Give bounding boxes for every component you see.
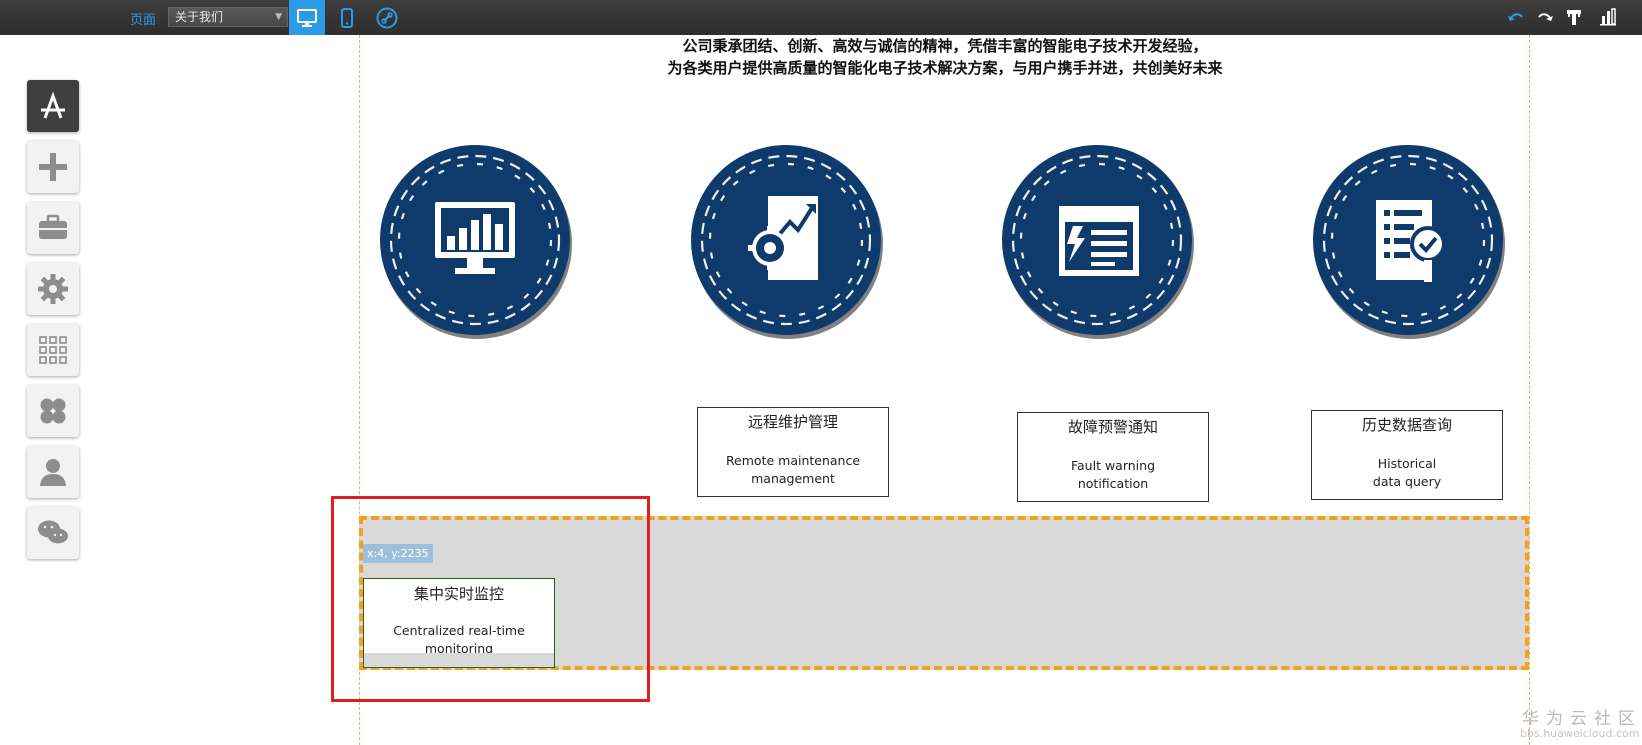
watermark-en: bbs.huaweicloud.com — [1520, 727, 1640, 740]
feature-card-historical-data[interactable]: 历史数据查询 Historical data query — [1311, 410, 1503, 500]
sidebar-grid-button[interactable] — [27, 324, 79, 376]
card-subtitle-line-1: Fault warning — [1070, 458, 1156, 473]
bar-chart-icon — [1600, 8, 1616, 26]
ruler-button[interactable] — [1563, 6, 1585, 28]
top-toolbar: 页面 关于我们 ▼ — [0, 0, 1642, 35]
alert-document-icon — [1002, 145, 1194, 339]
mobile-view-button[interactable] — [329, 0, 365, 35]
card-subtitle: Fault warning notification — [1018, 457, 1208, 493]
gear-growth-icon — [691, 145, 883, 339]
watermark-zh: 华为云社区 — [1522, 709, 1642, 729]
intro-text: 公司秉承团结、创新、高效与诚信的精神，凭借丰富的智能电子技术开发经验， 为各类用… — [360, 35, 1530, 79]
desktop-icon — [297, 8, 317, 27]
grid-icon — [39, 336, 67, 364]
guide-line-right — [1529, 35, 1530, 745]
feature-circle-4 — [1312, 144, 1508, 340]
user-icon — [40, 459, 66, 486]
sidebar-toolbox-button[interactable] — [27, 202, 79, 254]
card-subtitle: Remote maintenance management — [698, 452, 888, 488]
app-store-icon — [41, 91, 65, 119]
sidebar-add-button[interactable] — [27, 141, 79, 193]
card-subtitle-line-1: Remote maintenance — [725, 453, 861, 468]
intro-line-2: 为各类用户提供高质量的智能化电子技术解决方案，与用户携手并进，共创美好未来 — [667, 59, 1223, 77]
sidebar-settings-button[interactable] — [27, 263, 79, 315]
page-select[interactable]: 关于我们 ▼ — [168, 7, 288, 27]
card-title: 故障预警通知 — [1067, 418, 1158, 436]
card-subtitle-line-2: notification — [1077, 476, 1149, 491]
monitor-chart-icon — [380, 145, 572, 339]
card-subtitle-line-2: data query — [1372, 474, 1442, 489]
chevron-down-icon: ▼ — [275, 12, 282, 22]
desktop-view-button[interactable] — [289, 0, 325, 35]
redo-button[interactable] — [1534, 6, 1556, 28]
toolbox-icon — [39, 214, 67, 239]
intro-line-1: 公司秉承团结、创新、高效与诚信的精神，凭借丰富的智能电子技术开发经验， — [682, 37, 1208, 55]
link-view-button[interactable] — [369, 0, 405, 35]
sidebar-widgets-button[interactable] — [27, 385, 79, 437]
card-title: 历史数据查询 — [1361, 416, 1452, 434]
feature-circle-2 — [690, 144, 886, 340]
undo-button[interactable] — [1505, 6, 1527, 28]
feature-circle-3 — [1001, 144, 1197, 340]
stats-button[interactable] — [1597, 6, 1619, 28]
clover-icon — [40, 398, 66, 424]
feature-card-remote-maintenance[interactable]: 远程维护管理 Remote maintenance management — [697, 407, 889, 497]
ruler-icon — [1567, 10, 1581, 25]
card-subtitle: Historical data query — [1312, 455, 1502, 491]
feature-card-fault-warning[interactable]: 故障预警通知 Fault warning notification — [1017, 412, 1209, 502]
mobile-icon — [341, 7, 353, 28]
page-label: 页面 — [130, 13, 157, 28]
plus-icon — [39, 153, 67, 181]
highlight-box — [331, 496, 650, 702]
undo-icon — [1508, 13, 1523, 21]
gear-icon — [38, 274, 68, 304]
card-subtitle-line-1: Historical — [1377, 456, 1437, 471]
link-icon — [376, 7, 398, 28]
sidebar-app-store-button[interactable] — [27, 80, 79, 132]
sidebar-user-button[interactable] — [27, 446, 79, 498]
feature-circle-1 — [379, 144, 575, 340]
redo-icon — [1538, 13, 1553, 21]
card-title: 远程维护管理 — [747, 413, 838, 431]
wechat-icon — [38, 520, 68, 544]
sidebar-wechat-button[interactable] — [27, 507, 79, 559]
page-select-value: 关于我们 — [175, 10, 224, 24]
card-subtitle-line-2: management — [751, 471, 835, 486]
document-search-icon — [1313, 145, 1505, 339]
